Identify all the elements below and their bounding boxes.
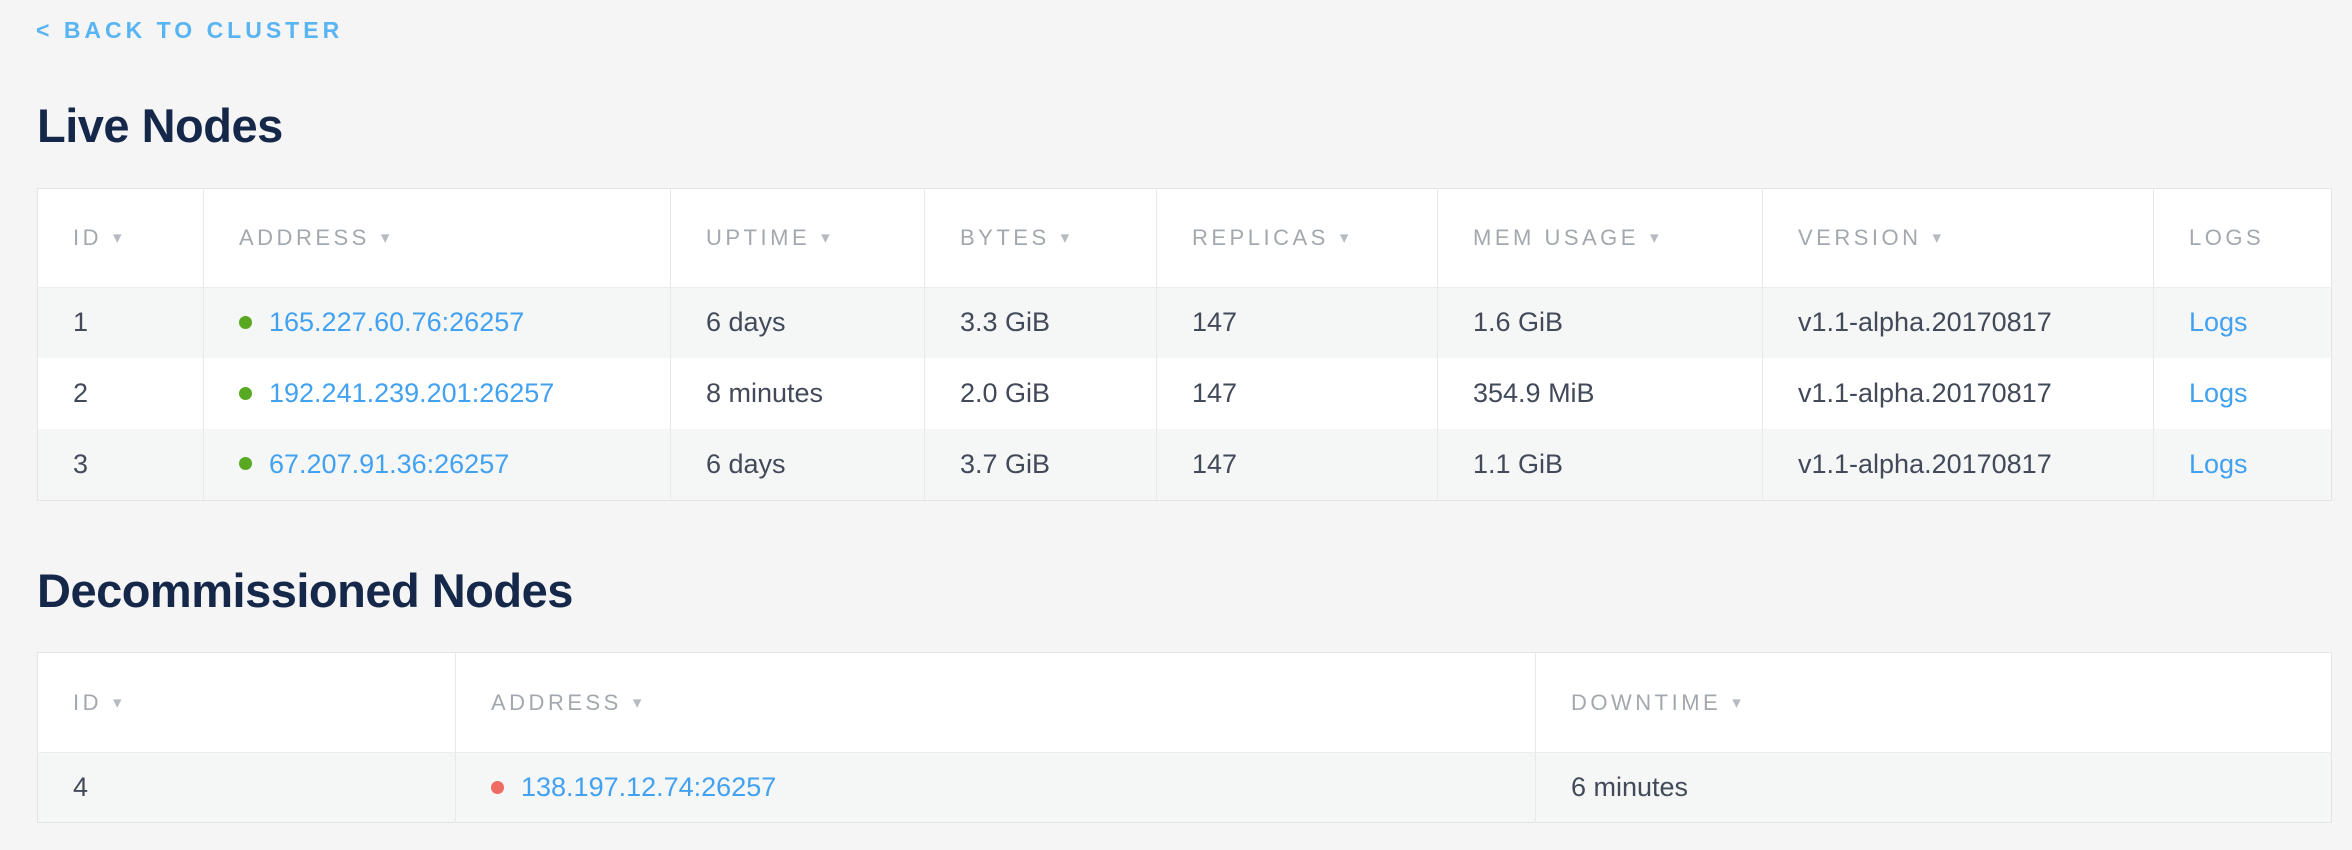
decommissioned-nodes-title: Decommissioned Nodes: [37, 565, 2352, 617]
live-nodes-table: ID ▾ ADDRESS ▾ UPTIME ▾ BYTES ▾ REPLICAS ▾ ME…: [37, 188, 2332, 501]
sort-desc-icon: ▾: [1340, 228, 1352, 248]
sort-desc-icon: ▾: [113, 228, 125, 248]
node-address-cell: 165.227.60.76:26257: [204, 287, 671, 358]
column-header-id[interactable]: ID ▾: [38, 653, 456, 753]
sort-desc-icon: ▾: [381, 228, 393, 248]
node-mem-usage-cell: 354.9 MiB: [1438, 358, 1763, 429]
node-logs-link[interactable]: Logs: [2189, 449, 2248, 479]
live-nodes-title: Live Nodes: [37, 100, 2352, 152]
live-table-header-row: ID ▾ ADDRESS ▾ UPTIME ▾ BYTES ▾ REPLICAS ▾ ME…: [38, 188, 2332, 287]
column-header-label: LOGS: [2189, 225, 2264, 250]
node-replicas-cell: 147: [1157, 358, 1438, 429]
column-header-downtime[interactable]: DOWNTIME ▾: [1536, 653, 2332, 753]
node-logs-cell: Logs: [2154, 287, 2332, 358]
column-header-mem-usage[interactable]: MEM USAGE ▾: [1438, 188, 1763, 287]
decommissioned-table-header-row: ID ▾ ADDRESS ▾ DOWNTIME ▾: [38, 653, 2332, 753]
column-header-label: ID: [73, 690, 102, 715]
node-logs-cell: Logs: [2154, 429, 2332, 500]
table-row: 3 67.207.91.36:26257 6 days 3.7 GiB 147 …: [38, 429, 2332, 500]
node-mem-usage-cell: 1.6 GiB: [1438, 287, 1763, 358]
column-header-uptime[interactable]: UPTIME ▾: [671, 188, 925, 287]
column-header-label: DOWNTIME: [1571, 690, 1721, 715]
node-address-link[interactable]: 192.241.239.201:26257: [269, 378, 554, 408]
live-status-dot-icon: [239, 457, 252, 470]
node-replicas-cell: 147: [1157, 287, 1438, 358]
node-logs-cell: Logs: [2154, 358, 2332, 429]
node-mem-usage-cell: 1.1 GiB: [1438, 429, 1763, 500]
column-header-label: VERSION: [1798, 225, 1922, 250]
node-uptime-cell: 6 days: [671, 429, 925, 500]
node-address-cell: 138.197.12.74:26257: [456, 753, 1536, 823]
sort-desc-icon: ▾: [821, 228, 833, 248]
node-logs-link[interactable]: Logs: [2189, 307, 2248, 337]
node-address-link[interactable]: 67.207.91.36:26257: [269, 449, 509, 479]
node-id-cell: 4: [38, 753, 456, 823]
column-header-bytes[interactable]: BYTES ▾: [925, 188, 1157, 287]
node-downtime-cell: 6 minutes: [1536, 753, 2332, 823]
column-header-label: ADDRESS: [491, 690, 622, 715]
column-header-label: ADDRESS: [239, 225, 370, 250]
sort-desc-icon: ▾: [1061, 228, 1073, 248]
column-header-logs: LOGS: [2154, 188, 2332, 287]
node-version-cell: v1.1-alpha.20170817: [1763, 429, 2154, 500]
sort-desc-icon: ▾: [1732, 693, 1744, 713]
node-logs-link[interactable]: Logs: [2189, 378, 2248, 408]
node-uptime-cell: 8 minutes: [671, 358, 925, 429]
node-address-link[interactable]: 138.197.12.74:26257: [521, 772, 776, 802]
column-header-address[interactable]: ADDRESS ▾: [456, 653, 1536, 753]
sort-desc-icon: ▾: [633, 693, 645, 713]
column-header-label: ID: [73, 225, 102, 250]
decommissioned-nodes-table: ID ▾ ADDRESS ▾ DOWNTIME ▾ 4 138.197.12.74:2…: [37, 652, 2332, 823]
column-header-id[interactable]: ID ▾: [38, 188, 204, 287]
node-id-cell: 1: [38, 287, 204, 358]
node-version-cell: v1.1-alpha.20170817: [1763, 287, 2154, 358]
node-bytes-cell: 3.7 GiB: [925, 429, 1157, 500]
node-address-link[interactable]: 165.227.60.76:26257: [269, 307, 524, 337]
back-to-cluster-link[interactable]: < BACK TO CLUSTER: [36, 17, 343, 44]
live-status-dot-icon: [239, 387, 252, 400]
node-version-cell: v1.1-alpha.20170817: [1763, 358, 2154, 429]
column-header-label: UPTIME: [706, 225, 810, 250]
table-row: 2 192.241.239.201:26257 8 minutes 2.0 Gi…: [38, 358, 2332, 429]
decommissioned-status-dot-icon: [491, 781, 504, 794]
table-row: 1 165.227.60.76:26257 6 days 3.3 GiB 147…: [38, 287, 2332, 358]
nodes-page: < BACK TO CLUSTER Live Nodes ID ▾ ADDRESS…: [0, 0, 2352, 823]
sort-desc-icon: ▾: [113, 693, 125, 713]
node-address-cell: 192.241.239.201:26257: [204, 358, 671, 429]
node-id-cell: 3: [38, 429, 204, 500]
node-uptime-cell: 6 days: [671, 287, 925, 358]
sort-desc-icon: ▾: [1933, 228, 1945, 248]
sort-desc-icon: ▾: [1650, 228, 1662, 248]
node-id-cell: 2: [38, 358, 204, 429]
node-bytes-cell: 3.3 GiB: [925, 287, 1157, 358]
column-header-label: MEM USAGE: [1473, 225, 1639, 250]
column-header-label: REPLICAS: [1192, 225, 1329, 250]
column-header-address[interactable]: ADDRESS ▾: [204, 188, 671, 287]
node-address-cell: 67.207.91.36:26257: [204, 429, 671, 500]
node-bytes-cell: 2.0 GiB: [925, 358, 1157, 429]
column-header-replicas[interactable]: REPLICAS ▾: [1157, 188, 1438, 287]
table-row: 4 138.197.12.74:26257 6 minutes: [38, 753, 2332, 823]
live-status-dot-icon: [239, 316, 252, 329]
column-header-version[interactable]: VERSION ▾: [1763, 188, 2154, 287]
column-header-label: BYTES: [960, 225, 1050, 250]
node-replicas-cell: 147: [1157, 429, 1438, 500]
